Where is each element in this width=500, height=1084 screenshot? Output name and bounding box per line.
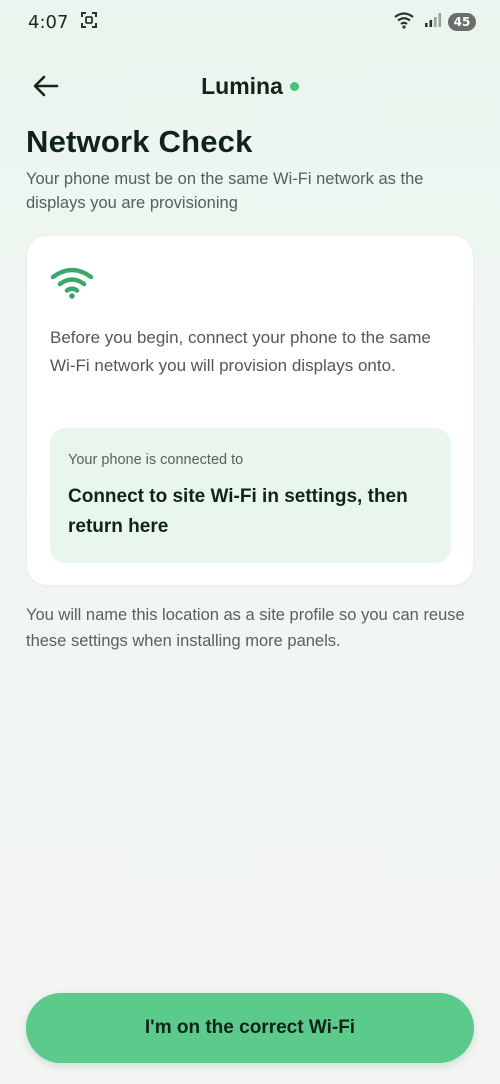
wifi-status-icon [394, 11, 418, 34]
status-bar: 4:07 45 [0, 0, 500, 44]
screenshot-icon [80, 11, 98, 34]
connection-status-box: Your phone is connected to Connect to si… [50, 428, 451, 563]
status-dot [289, 81, 299, 91]
back-button[interactable] [26, 68, 66, 108]
card-description: Before you begin, connect your phone to … [50, 328, 431, 375]
footer-note: You will name this location as a site pr… [26, 606, 465, 650]
confirm-wifi-button[interactable]: I'm on the correct Wi-Fi [26, 993, 474, 1063]
connection-status: Connect to site Wi-Fi in settings, then … [68, 486, 408, 537]
signal-icon [424, 12, 442, 33]
status-left: 4:07 [28, 11, 98, 34]
app-bar: Lumina [0, 60, 500, 112]
page-subtitle: Your phone must be on the same Wi-Fi net… [26, 170, 424, 212]
page-title: Network Check [26, 124, 253, 159]
status-time: 4:07 [28, 11, 69, 33]
connection-label: Your phone is connected to [68, 452, 244, 468]
battery-indicator: 45 [448, 13, 476, 31]
app-title-group: Lumina [201, 73, 299, 100]
arrow-left-icon [33, 75, 59, 102]
network-card: Before you begin, connect your phone to … [27, 236, 473, 585]
status-right: 45 [394, 11, 476, 34]
wifi-icon [50, 266, 94, 300]
app-title: Lumina [201, 72, 283, 99]
